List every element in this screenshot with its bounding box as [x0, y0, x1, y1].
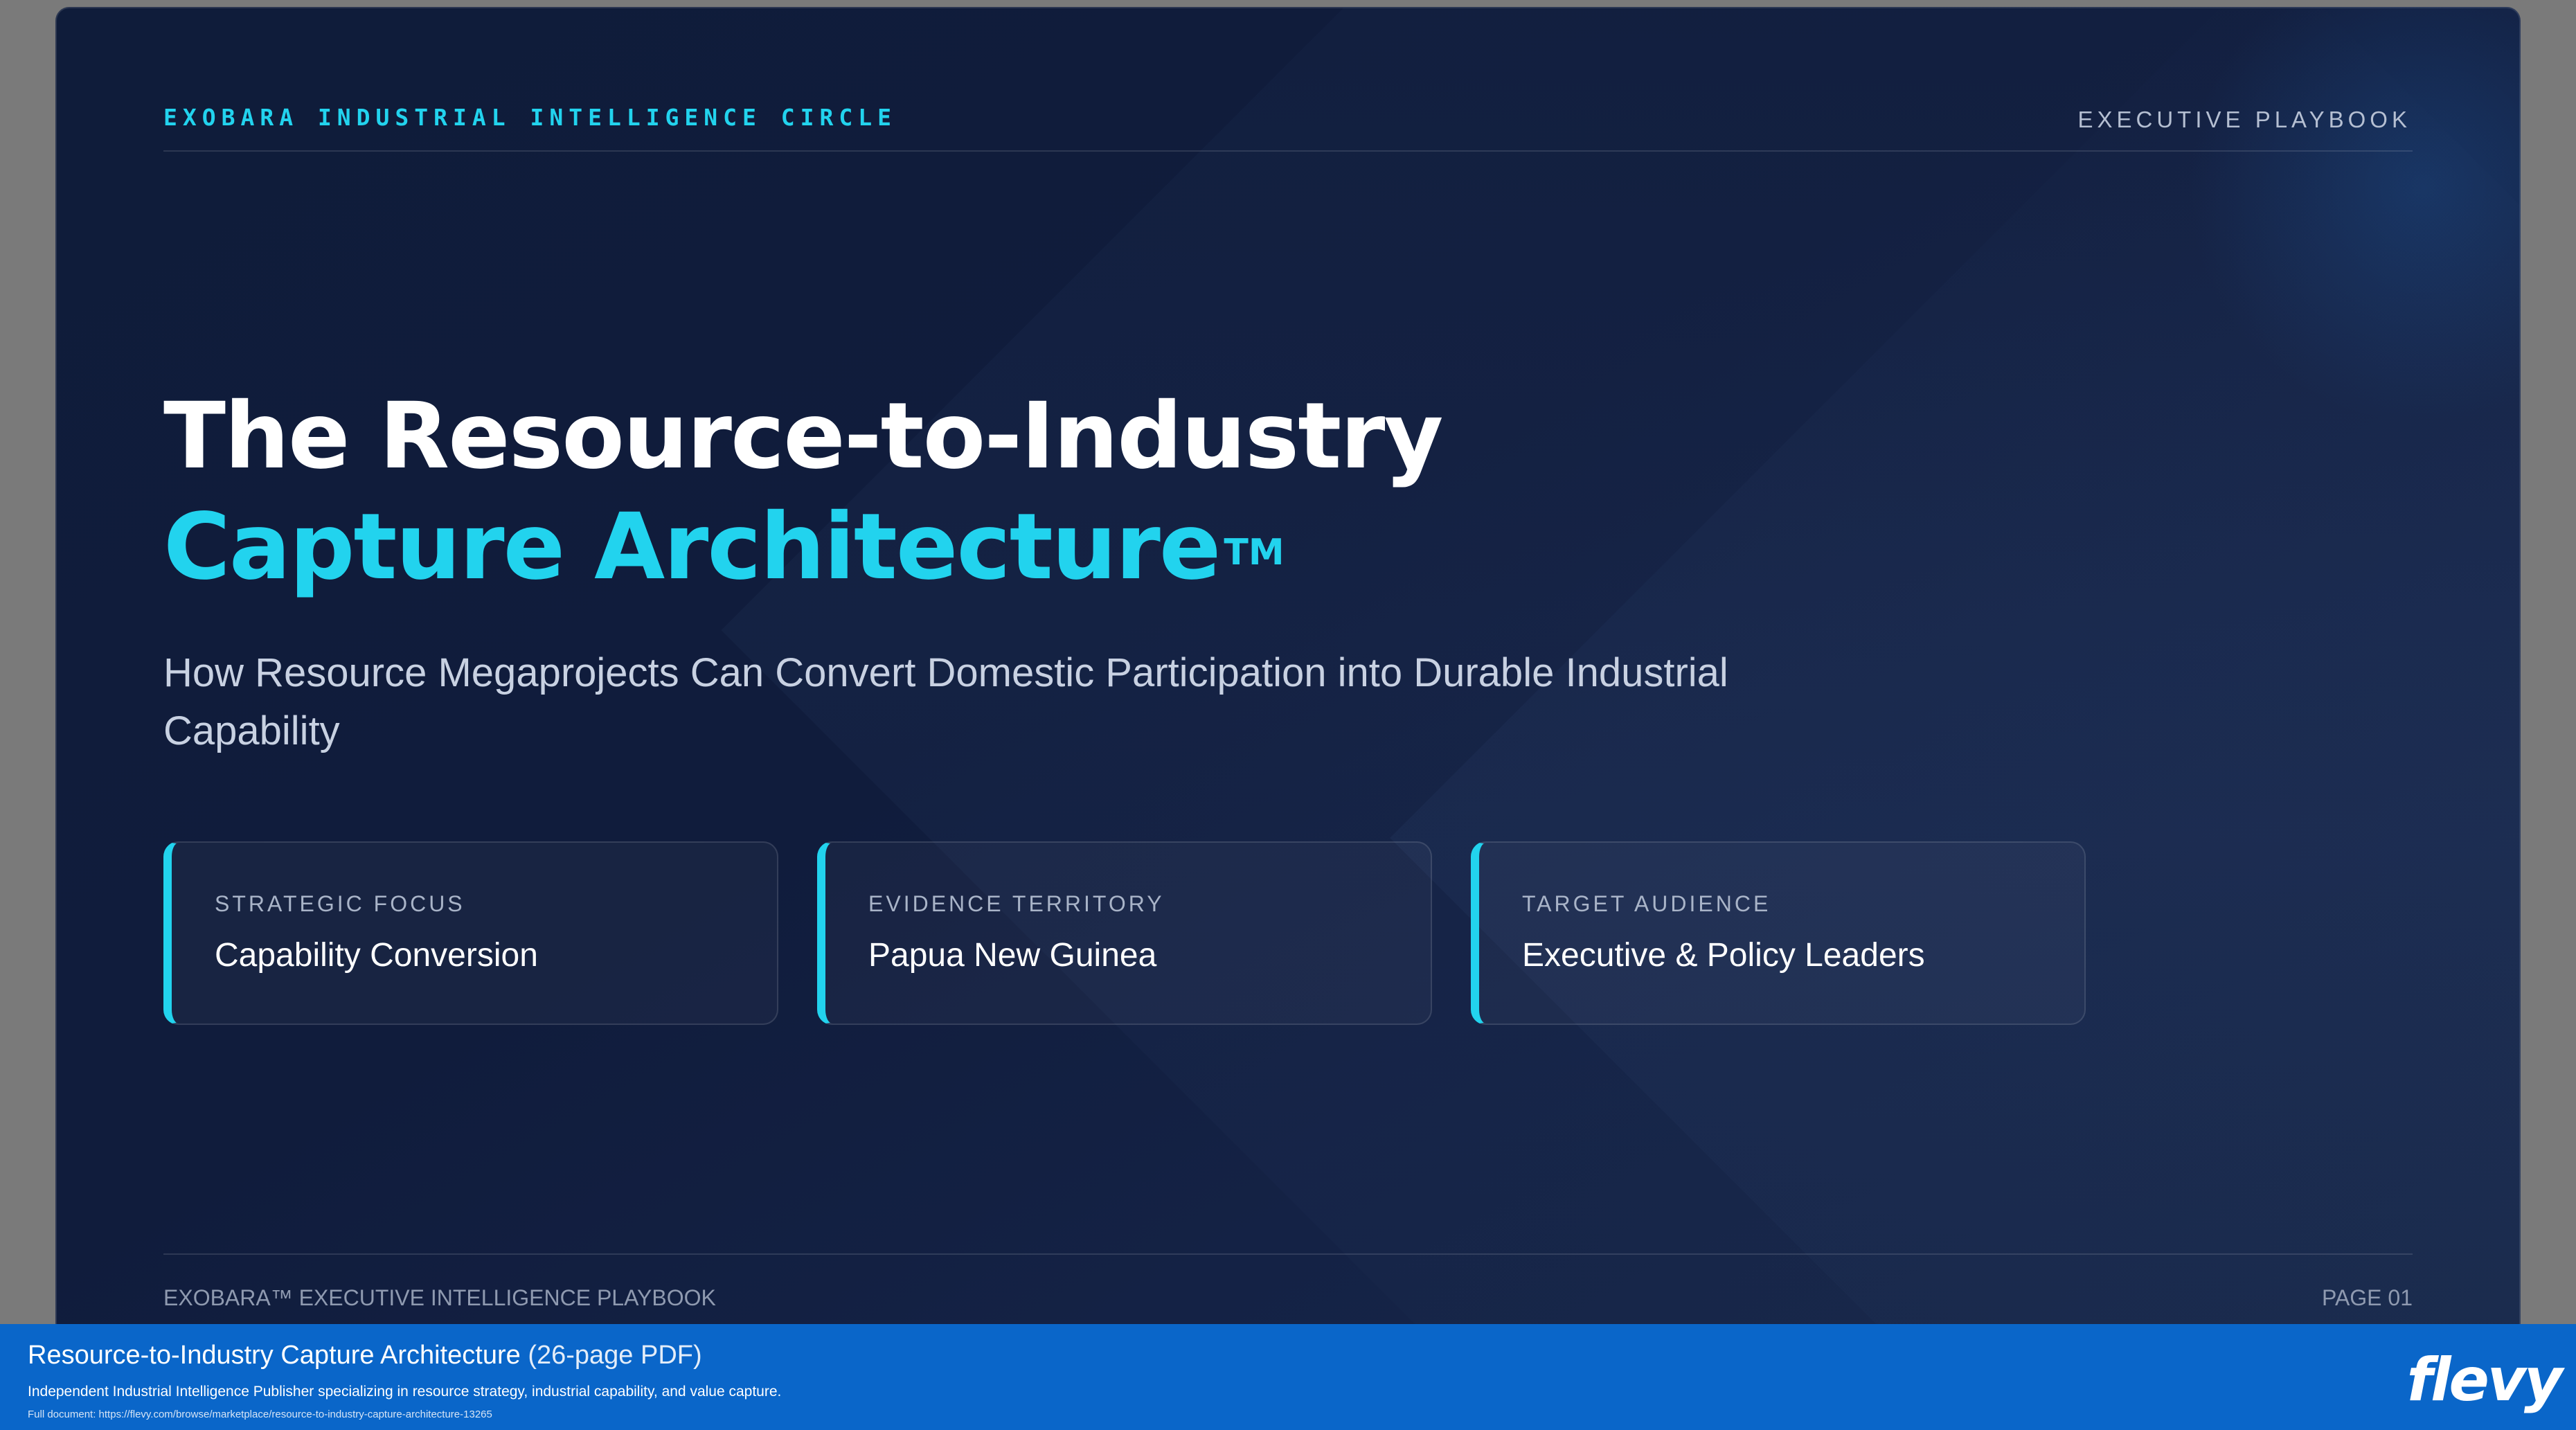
banner-description: Independent Industrial Intelligence Publ… [28, 1384, 782, 1400]
banner-document-name[interactable]: Resource-to-Industry Capture Architectur… [28, 1341, 521, 1370]
top-divider [163, 150, 2413, 152]
card-value: Papua New Guinea [868, 937, 1157, 974]
banner-title[interactable]: Resource-to-Industry Capture Architectur… [28, 1341, 702, 1370]
card-strategic-focus: STRATEGIC FOCUS Capability Conversion [163, 841, 778, 1025]
card-label: STRATEGIC FOCUS [215, 891, 465, 916]
card-label: TARGET AUDIENCE [1522, 891, 1771, 916]
info-cards: STRATEGIC FOCUS Capability Conversion EV… [163, 841, 2086, 1025]
title-line-2-text: Capture Architecture [163, 494, 1221, 600]
subtitle: How Resource Megaprojects Can Convert Do… [163, 650, 1728, 753]
banner-page-count: (26-page PDF) [528, 1341, 702, 1370]
playbook-label: EXECUTIVE PLAYBOOK [2077, 107, 2411, 132]
banner-document-link[interactable]: Full document: https://flevy.com/browse/… [28, 1409, 492, 1420]
document-banner[interactable]: Resource-to-Industry Capture Architectur… [0, 1324, 2576, 1430]
title-line-1: The Resource-to-Industry [163, 383, 1443, 490]
bottom-divider [163, 1253, 2413, 1255]
card-value: Capability Conversion [215, 937, 538, 974]
trademark-mark: TM [1224, 532, 1285, 573]
page-number: PAGE 01 [2321, 1285, 2413, 1310]
title-line-2: Capture Architecture TM [163, 494, 1285, 600]
footer-publication: EXOBARA™ EXECUTIVE INTELLIGENCE PLAYBOOK [163, 1285, 716, 1310]
brand-name: EXOBARA INDUSTRIAL INTELLIGENCE CIRCLE [163, 104, 897, 131]
flevy-logo[interactable]: flevy [2407, 1350, 2563, 1410]
slide: EXOBARA INDUSTRIAL INTELLIGENCE CIRCLE E… [55, 7, 2521, 1337]
page-title: The Resource-to-Industry Capture Archite… [163, 381, 1443, 602]
card-label: EVIDENCE TERRITORY [868, 891, 1165, 916]
card-value: Executive & Policy Leaders [1522, 937, 1925, 974]
card-target-audience: TARGET AUDIENCE Executive & Policy Leade… [1471, 841, 2086, 1025]
card-evidence-territory: EVIDENCE TERRITORY Papua New Guinea [817, 841, 1432, 1025]
